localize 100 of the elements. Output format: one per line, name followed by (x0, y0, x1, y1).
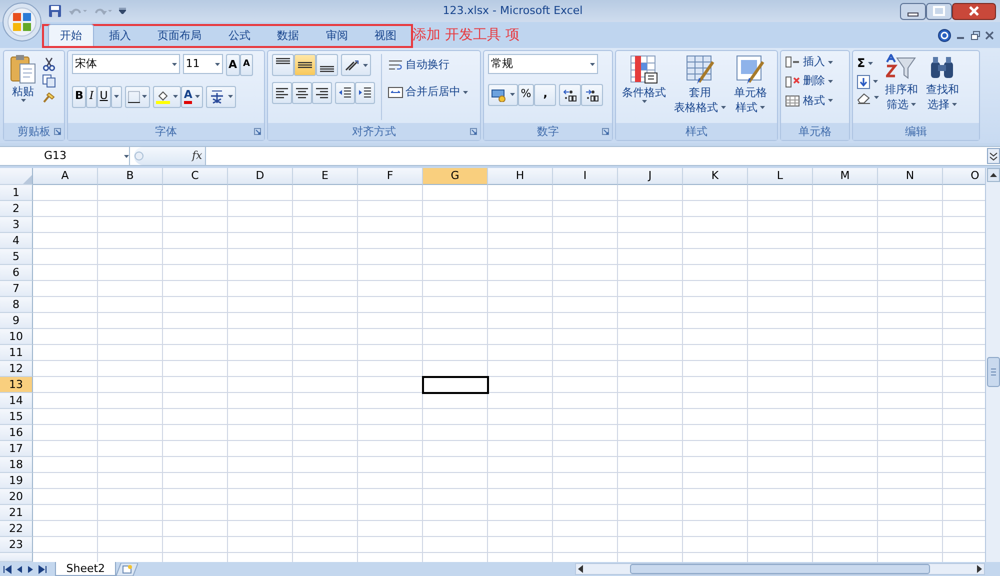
format-as-table-button[interactable]: 套用 表格格式 (672, 54, 728, 120)
align-middle-button[interactable] (294, 54, 316, 76)
column-header[interactable]: J (618, 168, 683, 185)
underline-dropdown[interactable] (110, 86, 122, 108)
scroll-thumb[interactable] (630, 564, 930, 574)
underline-button[interactable]: U (96, 86, 111, 108)
column-header[interactable]: E (293, 168, 358, 185)
caret-icon[interactable] (868, 62, 873, 64)
font-name-dropdown[interactable]: 宋体 (72, 54, 180, 74)
bold-button[interactable]: B (72, 86, 86, 108)
phonetic-button[interactable] (206, 86, 236, 108)
copy-icon[interactable] (42, 74, 56, 88)
comma-style-button[interactable]: , (534, 84, 556, 106)
vertical-scrollbar[interactable] (985, 168, 1000, 562)
row-header[interactable]: 7 (0, 281, 33, 297)
row-header[interactable]: 18 (0, 457, 33, 473)
ribbon-tab[interactable]: 公式 (216, 24, 262, 46)
dialog-launcher-icon[interactable] (470, 128, 477, 135)
caret-icon[interactable] (124, 154, 129, 158)
sheet-next-icon[interactable] (26, 564, 36, 574)
brush-icon[interactable] (42, 90, 56, 104)
caret-icon[interactable] (142, 95, 148, 98)
row-header[interactable]: 20 (0, 489, 33, 505)
row-header[interactable]: 19 (0, 473, 33, 489)
caret-icon[interactable] (911, 103, 916, 106)
column-header[interactable]: O (943, 168, 985, 185)
column-header[interactable]: H (488, 168, 553, 185)
help-icon[interactable] (938, 28, 950, 42)
align-center-button[interactable] (292, 82, 312, 104)
scroll-right-icon[interactable] (974, 564, 984, 574)
font-color-button[interactable]: A (180, 86, 204, 108)
caret-icon[interactable] (214, 62, 220, 66)
caret-icon[interactable] (828, 60, 832, 64)
caret-icon[interactable] (720, 106, 726, 109)
caret-icon[interactable] (172, 62, 177, 66)
caret-icon[interactable] (590, 62, 595, 66)
caret-icon[interactable] (828, 80, 832, 83)
row-header[interactable]: 15 (0, 409, 33, 425)
column-header[interactable]: G (423, 168, 488, 185)
sheet-first-icon[interactable] (2, 564, 12, 574)
caret-icon[interactable] (172, 95, 178, 98)
sheet-prev-icon[interactable] (14, 564, 24, 574)
fill-color-button[interactable] (153, 86, 181, 108)
caret-icon[interactable] (114, 95, 119, 98)
italic-button[interactable]: I (86, 86, 97, 108)
scroll-thumb[interactable] (986, 357, 1000, 387)
sheet-last-icon[interactable] (38, 564, 47, 574)
sort-filter-button[interactable]: 排序和 筛选 (882, 54, 920, 120)
ribbon-tab[interactable]: 视图 (362, 24, 408, 46)
row-header[interactable]: 2 (0, 201, 33, 217)
customize-toolbar-icon[interactable] (118, 8, 126, 14)
border-button[interactable] (124, 86, 150, 108)
align-right-button[interactable] (312, 82, 332, 104)
delete-cells-button[interactable]: 删除 (785, 73, 845, 90)
expand-formula-bar-icon[interactable] (987, 148, 1000, 164)
find-select-button[interactable]: 查找和 选择 (924, 54, 961, 120)
row-header[interactable]: 21 (0, 505, 33, 521)
ribbon-tab[interactable]: 插入 (96, 24, 143, 46)
save-icon[interactable] (48, 4, 62, 18)
increase-indent-button[interactable] (354, 82, 375, 104)
ribbon-tab[interactable]: 页面布局 (146, 24, 214, 46)
row-header[interactable]: 13 (0, 377, 33, 393)
row-header[interactable]: 22 (0, 521, 33, 537)
decrease-decimal-button[interactable] (581, 84, 604, 106)
caret-icon[interactable] (228, 95, 233, 98)
caret-icon[interactable] (828, 99, 832, 102)
sheet-tab[interactable]: Sheet2 (55, 562, 116, 576)
row-header[interactable]: 6 (0, 265, 33, 281)
restore-icon[interactable] (970, 30, 980, 40)
shrink-font-button[interactable]: A (240, 54, 253, 76)
align-left-button[interactable] (272, 82, 292, 104)
fill-button[interactable] (857, 74, 879, 89)
column-header[interactable]: B (98, 168, 163, 185)
name-box[interactable]: G13 (0, 147, 130, 165)
dialog-launcher-icon[interactable] (254, 128, 261, 135)
scissors-icon[interactable] (42, 56, 56, 71)
splitter-handle-icon[interactable] (134, 150, 144, 162)
font-size-dropdown[interactable]: 11 (182, 54, 223, 74)
row-header[interactable]: 1 (0, 185, 33, 201)
caret-icon[interactable] (760, 106, 766, 109)
column-header[interactable]: N (878, 168, 943, 185)
paste-button[interactable]: 粘贴 (8, 54, 38, 120)
autosum-button[interactable]: Σ (857, 54, 879, 72)
caret-icon[interactable] (642, 100, 646, 103)
currency-button[interactable] (488, 84, 518, 106)
caret-icon[interactable] (510, 93, 515, 96)
caret-icon[interactable] (952, 103, 958, 106)
minimize-button[interactable] (900, 2, 926, 20)
row-header[interactable]: 5 (0, 249, 33, 265)
column-header[interactable]: A (33, 168, 98, 185)
close-button[interactable] (952, 2, 996, 20)
decrease-indent-button[interactable] (334, 82, 355, 104)
align-top-button[interactable] (272, 54, 294, 76)
row-header[interactable]: 3 (0, 217, 33, 233)
ribbon-tab[interactable]: 开始 (48, 24, 94, 46)
row-header[interactable]: 23 (0, 537, 33, 553)
caret-icon[interactable] (874, 96, 879, 99)
orientation-button[interactable] (340, 54, 370, 76)
caret-icon[interactable] (463, 91, 468, 94)
caret-icon[interactable] (872, 80, 878, 84)
